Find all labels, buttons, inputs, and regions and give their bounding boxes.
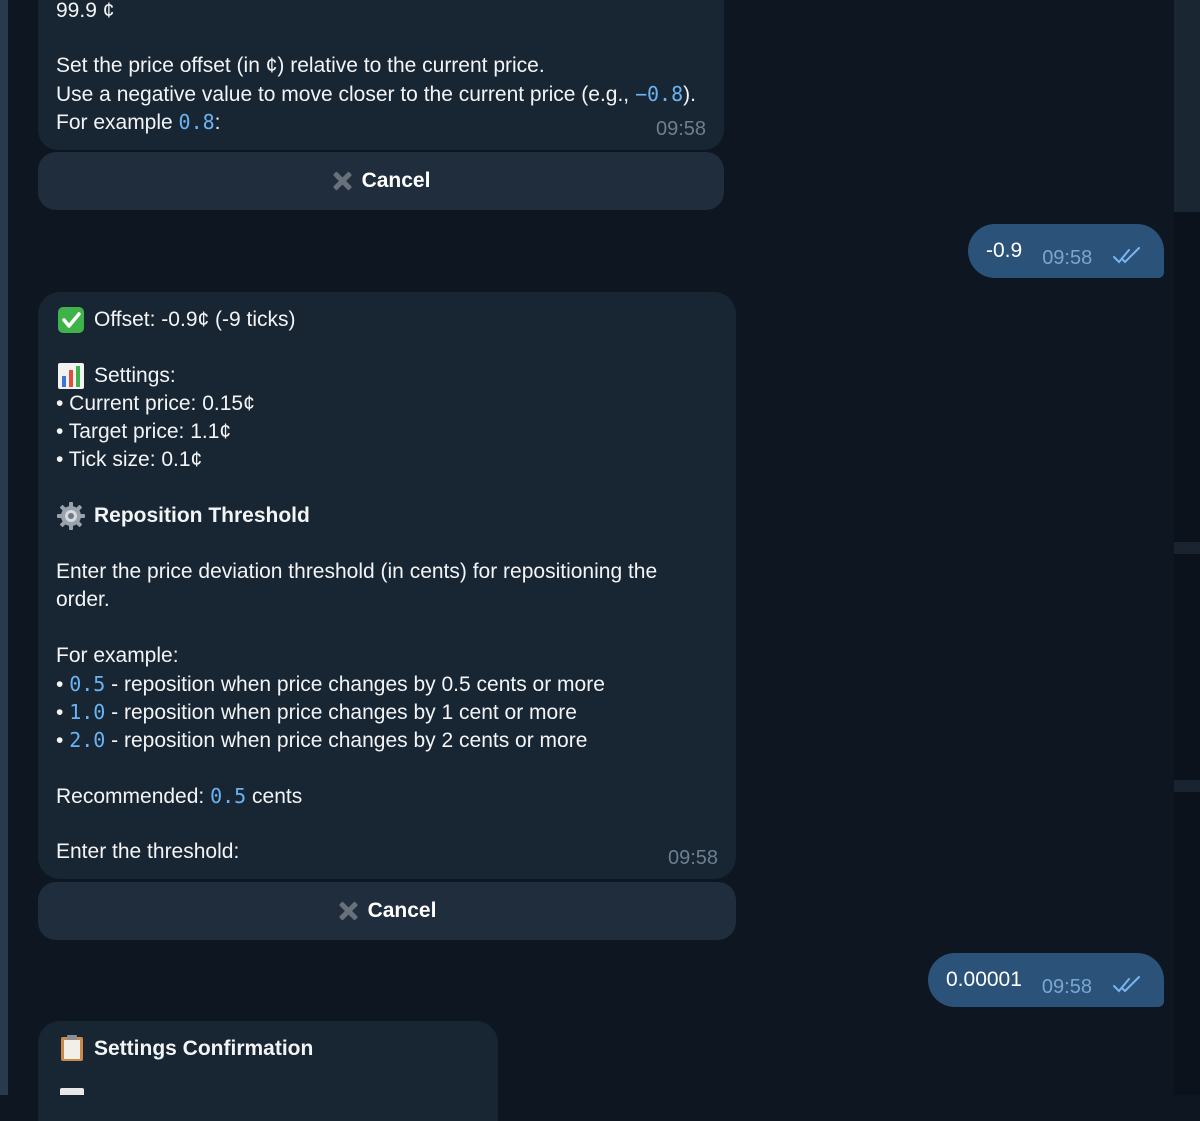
- check-mark-emoji-icon: [58, 307, 84, 333]
- inline-code[interactable]: 2.0: [69, 728, 105, 752]
- close-icon: [332, 171, 352, 191]
- example-item: • 2.0 - reposition when price changes by…: [56, 728, 588, 752]
- threshold-heading: Reposition Threshold: [94, 504, 310, 527]
- scrollbar-marker: [1174, 542, 1200, 554]
- clipboard-emoji-icon: [61, 1035, 83, 1061]
- message-time: 09:58: [1041, 975, 1092, 998]
- inline-code[interactable]: 0.8: [179, 110, 215, 134]
- cancel-button[interactable]: Cancel: [38, 152, 724, 210]
- settings-heading: Settings:: [94, 364, 176, 387]
- cancel-button-label: Cancel: [367, 899, 437, 922]
- instructions-text: Enter the price deviation threshold (in …: [56, 560, 658, 583]
- message-text: Set the price offset (in ¢) relative to …: [56, 54, 545, 77]
- message-time: 09:58: [1042, 246, 1093, 269]
- bar-chart-emoji-icon: [58, 363, 84, 389]
- inline-code[interactable]: 0.5: [69, 672, 105, 696]
- scrollbar-marker: [1174, 780, 1200, 792]
- left-panel-edge: [0, 0, 8, 1095]
- double-check-icon: [1112, 976, 1140, 993]
- offset-result-text: Offset: -0.9¢ (-9 ticks): [94, 308, 296, 331]
- settings-item: • Target price: 1.1¢: [56, 420, 232, 443]
- clipboard-emoji-icon-partial: [60, 1088, 84, 1095]
- inline-code[interactable]: 0.5: [210, 784, 246, 808]
- settings-item: • Current price: 0.15¢: [56, 392, 255, 415]
- message-text: Use a negative value to move closer to t…: [56, 82, 696, 106]
- outgoing-message-text: -0.9: [986, 239, 1023, 262]
- example-item: • 0.5 - reposition when price changes by…: [56, 672, 605, 696]
- bubble-tail: [1145, 264, 1159, 278]
- bubble-tail: [1145, 993, 1159, 1007]
- message-time: 09:58: [656, 118, 707, 140]
- confirmation-heading: Settings Confirmation: [94, 1037, 314, 1060]
- example-heading: For example:: [56, 644, 179, 667]
- message-text: For example 0.8:: [56, 110, 221, 134]
- double-check-icon: [1113, 247, 1141, 264]
- cancel-button-label: Cancel: [361, 169, 431, 192]
- cancel-button[interactable]: Cancel: [38, 882, 736, 940]
- gear-emoji-icon: [57, 502, 85, 530]
- recommended-text: Recommended: 0.5 cents: [56, 784, 303, 808]
- inline-code[interactable]: 1.0: [69, 700, 105, 724]
- message-text: 99.9 ¢: [56, 0, 115, 22]
- prompt-text: Enter the threshold:: [56, 840, 240, 863]
- close-icon: [338, 901, 358, 921]
- settings-item: • Tick size: 0.1¢: [56, 448, 203, 471]
- example-item: • 1.0 - reposition when price changes by…: [56, 700, 577, 724]
- scrollbar[interactable]: [1174, 0, 1200, 1095]
- outgoing-message-text: 0.00001: [946, 968, 1022, 991]
- message-time: 09:58: [668, 847, 719, 869]
- outgoing-message: 0.00001 09:58: [928, 953, 1164, 1007]
- instructions-text: order.: [56, 588, 110, 611]
- inline-code[interactable]: −0.8: [635, 82, 683, 106]
- outgoing-message: -0.9 09:58: [968, 224, 1165, 278]
- scrollbar-thumb[interactable]: [1174, 0, 1200, 212]
